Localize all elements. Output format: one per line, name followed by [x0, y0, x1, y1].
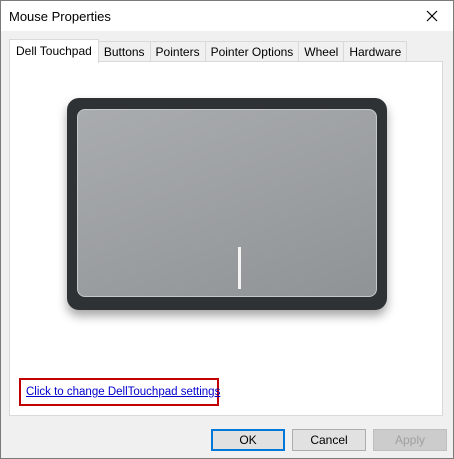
tab-pointer-options[interactable]: Pointer Options — [204, 41, 300, 61]
close-button[interactable] — [411, 1, 453, 31]
window-title: Mouse Properties — [9, 9, 111, 24]
scroll-zone-indicator — [238, 247, 241, 289]
tab-dell-touchpad[interactable]: Dell Touchpad — [9, 39, 99, 63]
tab-buttons[interactable]: Buttons — [97, 41, 151, 61]
change-touchpad-settings-link[interactable]: Click to change DellTouchpad settings — [26, 386, 220, 398]
apply-button[interactable]: Apply — [373, 429, 447, 451]
touchpad-illustration — [67, 98, 387, 310]
mouse-properties-window: Mouse Properties Dell Touchpad Buttons P… — [0, 0, 454, 459]
tab-pointers[interactable]: Pointers — [149, 41, 206, 61]
title-bar: Mouse Properties — [1, 1, 453, 31]
tab-panel-dell-touchpad: Click to change DellTouchpad settings — [9, 61, 443, 416]
touchpad-surface — [77, 109, 377, 297]
cancel-button[interactable]: Cancel — [292, 429, 366, 451]
close-icon — [426, 10, 438, 22]
ok-button[interactable]: OK — [211, 429, 285, 451]
tab-wheel[interactable]: Wheel — [298, 41, 345, 61]
tab-hardware[interactable]: Hardware — [343, 41, 408, 61]
tab-bar: Dell Touchpad Buttons Pointers Pointer O… — [9, 39, 408, 63]
